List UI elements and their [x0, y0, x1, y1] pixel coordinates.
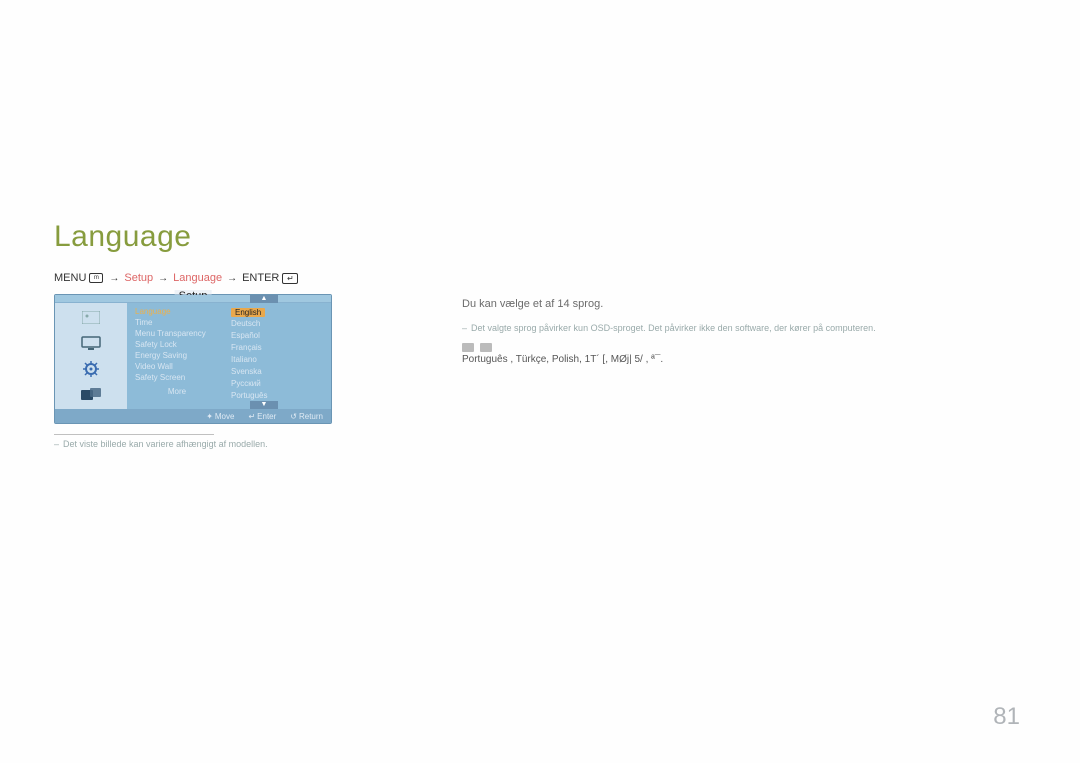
gear-icon — [77, 359, 105, 379]
option-english: English — [231, 308, 265, 317]
lang-glyph-box — [462, 343, 474, 352]
enter-icon — [282, 273, 298, 284]
menu-item-language: Language — [135, 307, 227, 316]
bullet-text: Det valgte sprog påvirker kun OSD-sproge… — [471, 323, 876, 333]
osd-right-options: English Deutsch Español Français Italian… — [227, 303, 323, 409]
path-language: Language — [173, 272, 222, 284]
option-svenska: Svenska — [231, 366, 323, 377]
menu-item-time: Time — [135, 318, 227, 327]
scroll-up-icon: ▲ — [250, 295, 278, 303]
option-portugues: Português — [231, 390, 323, 401]
option-francais: Français — [231, 342, 323, 353]
tools-icon — [77, 385, 105, 405]
osd-preview: Setup ▲ — [54, 294, 332, 424]
intro-text: Du kan vælge et af 14 sprog. — [462, 296, 1024, 313]
section-title: Language — [54, 220, 1024, 254]
display-icon — [77, 333, 105, 353]
arrow-icon: → — [109, 273, 119, 284]
scroll-down-icon: ▼ — [250, 401, 278, 409]
lang-glyph-box — [480, 343, 492, 352]
menu-item-energy-saving: Energy Saving — [135, 351, 227, 360]
bullet-dash: – — [54, 439, 59, 449]
osd-left-menu: Language Time Menu Transparency Safety L… — [127, 303, 227, 409]
picture-icon — [77, 307, 105, 327]
language-list-line2: Português , Türkçe, Polish, 1Т´ [, МØj| … — [462, 352, 1024, 368]
menu-icon: m — [89, 273, 103, 283]
option-russian: Русский — [231, 378, 323, 389]
hint-return: ↺Return — [290, 412, 323, 421]
menu-item-menu-transparency: Menu Transparency — [135, 329, 227, 338]
osd-bottom-bar: ▼ ✦Move ↵Enter ↺Return — [55, 409, 331, 423]
menu-item-safety-lock: Safety Lock — [135, 340, 227, 349]
option-italiano: Italiano — [231, 354, 323, 365]
arrow-icon: → — [227, 273, 237, 284]
hint-move: ✦Move — [206, 412, 234, 421]
arrow-icon: → — [158, 273, 168, 284]
option-espanol: Español — [231, 330, 323, 341]
menu-item-more: More — [135, 387, 227, 396]
menu-item-safety-screen: Safety Screen — [135, 373, 227, 382]
image-footnote: – Det viste billede kan variere afhængig… — [54, 439, 332, 449]
page-number: 81 — [993, 703, 1020, 731]
path-menu-label: MENU — [54, 272, 86, 284]
bullet-dash: – — [462, 323, 467, 333]
path-setup: Setup — [124, 272, 153, 284]
menu-item-video-wall: Video Wall — [135, 362, 227, 371]
footnote-text: Det viste billede kan variere afhængigt … — [63, 439, 268, 449]
option-deutsch: Deutsch — [231, 318, 323, 329]
language-list: Português , Türkçe, Polish, 1Т´ [, МØj| … — [462, 343, 1024, 368]
path-enter-label: ENTER — [242, 272, 279, 284]
hint-enter: ↵Enter — [248, 412, 276, 421]
osd-sidebar — [55, 303, 127, 409]
footnote-divider — [54, 434, 214, 435]
navigation-path: MENU m → Setup → Language → ENTER — [54, 272, 1024, 284]
